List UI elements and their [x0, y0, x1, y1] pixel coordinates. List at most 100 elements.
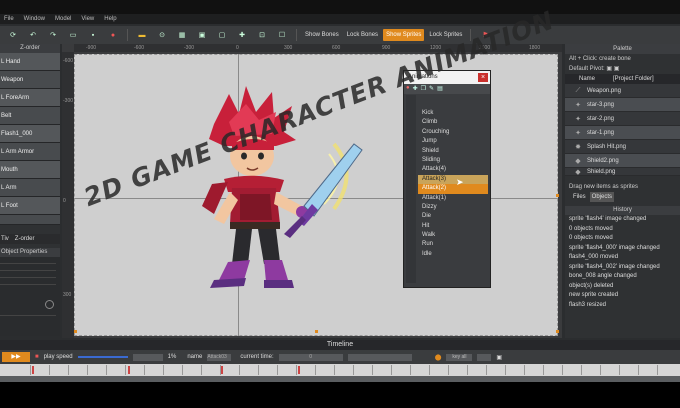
animation-item[interactable]: Run — [418, 240, 488, 249]
palette-item[interactable]: ✸ Splash Hit.png — [565, 140, 680, 154]
angle-dial[interactable] — [45, 300, 54, 309]
folder-column-header[interactable]: [Project Folder] — [595, 74, 654, 84]
character-sprite[interactable] — [184, 84, 384, 304]
property-field[interactable] — [0, 277, 56, 278]
keyframe-marker[interactable] — [128, 366, 130, 374]
animation-item[interactable]: Hit — [418, 222, 488, 231]
tab-files[interactable]: Files — [573, 192, 586, 202]
name-column-header[interactable]: Name — [565, 74, 595, 84]
history-item[interactable]: object(s) deleted — [565, 282, 680, 292]
pivot-icon[interactable]: ✚ — [237, 30, 247, 40]
flag-icon[interactable]: ⚑ — [480, 30, 490, 40]
z-order-item[interactable]: L Hand — [0, 53, 60, 71]
grid-icon[interactable]: ▦ — [177, 30, 187, 40]
key-all-button[interactable]: key all — [446, 353, 473, 361]
animation-item[interactable]: Idle — [418, 250, 488, 259]
options-icon[interactable]: ▤ — [437, 85, 443, 93]
menu-help[interactable]: Help — [104, 14, 116, 24]
property-field[interactable] — [0, 270, 56, 271]
animation-item[interactable]: Attack(4) — [418, 165, 488, 174]
history-item[interactable]: flash3 resized — [565, 301, 680, 311]
history-item[interactable]: sprite 'flash4_002' image changed — [565, 263, 680, 273]
animation-item[interactable]: Walk — [418, 231, 488, 240]
open-icon[interactable]: ▭ — [68, 30, 78, 40]
palette-item[interactable]: ✦ star-3.png — [565, 98, 680, 112]
z-order-item[interactable]: Weapon — [0, 71, 60, 89]
z-order-item[interactable]: L Foot — [0, 197, 60, 215]
animation-item[interactable]: Shield — [418, 147, 488, 156]
z-order-item[interactable]: L ForeArm — [0, 89, 60, 107]
animation-item[interactable]: Kick — [418, 109, 488, 118]
animation-item-selected[interactable]: Attack(2) — [418, 184, 488, 194]
sprite-tool-icon[interactable]: ▢ — [217, 30, 227, 40]
stop-icon[interactable]: ■ — [35, 354, 39, 360]
play-button[interactable]: ▶▶ — [2, 352, 30, 362]
z-order-item[interactable]: L Arm Armor — [0, 143, 60, 161]
key-button[interactable] — [477, 353, 492, 361]
lock-sprites-button[interactable]: Lock Sprites — [426, 29, 465, 41]
show-sprites-button[interactable]: Show Sprites — [383, 29, 425, 41]
record-icon[interactable]: ● — [108, 30, 118, 40]
palette-item[interactable]: ✦ star-2.png — [565, 112, 680, 126]
show-bones-button[interactable]: Show Bones — [302, 29, 342, 41]
animation-name-field[interactable]: Attack03 — [207, 353, 232, 361]
animation-item-hovered[interactable]: Attack(3) — [418, 174, 488, 185]
menu-view[interactable]: View — [81, 14, 94, 24]
animation-item[interactable]: Climb — [418, 118, 488, 127]
new-icon[interactable]: ⟳ — [8, 30, 18, 40]
animation-item[interactable]: Crouching — [418, 128, 488, 137]
key-icon[interactable]: ⬤ — [435, 354, 442, 361]
animation-item[interactable]: Sliding — [418, 156, 488, 165]
keyframe-marker[interactable] — [32, 366, 34, 374]
keyframe-marker[interactable] — [298, 366, 300, 374]
bone-tool-icon[interactable]: ⊙ — [157, 30, 167, 40]
tab-tiv[interactable]: Tiv — [1, 234, 9, 244]
current-time-field[interactable]: 0 — [278, 353, 343, 361]
animation-item[interactable]: Dizzy — [418, 203, 488, 212]
animations-title-bar[interactable]: Animations × — [404, 71, 490, 84]
history-item[interactable]: bone_008 angle changed — [565, 272, 680, 282]
animation-item[interactable]: Jump — [418, 137, 488, 146]
timeline-track[interactable] — [0, 364, 680, 376]
frame-field[interactable] — [347, 353, 412, 361]
edit-icon[interactable]: ✎ — [429, 85, 434, 93]
stage-handle[interactable] — [74, 330, 77, 333]
menu-model[interactable]: Model — [55, 14, 71, 24]
stage-handle[interactable] — [556, 194, 559, 197]
delete-icon[interactable]: ● — [406, 85, 410, 93]
history-item[interactable]: new sprite created — [565, 291, 680, 301]
add-icon[interactable]: ✚ — [413, 85, 418, 93]
redo-icon[interactable]: ↷ — [48, 30, 58, 40]
folder-icon[interactable]: ▬ — [137, 30, 147, 40]
zoom-icon[interactable]: ▣ — [197, 30, 207, 40]
save-icon[interactable]: ▪ — [88, 30, 98, 40]
undo-icon[interactable]: ↶ — [28, 30, 38, 40]
animation-item[interactable]: Attack(1) — [418, 194, 488, 203]
property-field[interactable] — [0, 263, 56, 264]
keyframe-marker[interactable] — [221, 366, 223, 374]
view-icon[interactable]: ☐ — [277, 30, 287, 40]
history-item[interactable]: sprite 'flash4_000' image changed — [565, 244, 680, 254]
tab-z-order[interactable]: Z-order — [15, 234, 35, 244]
history-item[interactable]: 0 objects moved — [565, 225, 680, 235]
palette-item[interactable]: ✦ star-1.png — [565, 126, 680, 140]
tab-objects[interactable]: Objects — [589, 192, 615, 202]
history-item[interactable]: 0 objects moved — [565, 234, 680, 244]
z-order-item[interactable]: Mouth — [0, 161, 60, 179]
menu-file[interactable]: File — [4, 14, 14, 24]
play-speed-slider[interactable] — [77, 356, 128, 358]
z-order-item[interactable]: Flash1_000 — [0, 125, 60, 143]
animation-item[interactable]: Die — [418, 212, 488, 221]
history-item[interactable]: flash4_000 moved — [565, 253, 680, 263]
palette-item[interactable]: ◆ Shield.png — [565, 168, 680, 176]
close-icon[interactable]: × — [478, 73, 488, 82]
copy-icon[interactable]: ❐ — [421, 85, 426, 93]
palette-item[interactable]: ⟋ Weapon.png — [565, 84, 680, 98]
lock-icon[interactable]: ▣ — [496, 354, 502, 361]
stage-handle[interactable] — [556, 330, 559, 333]
history-item[interactable]: sprite 'flash4' image changed — [565, 215, 680, 225]
fit-icon[interactable]: ⊡ — [257, 30, 267, 40]
pivot-icon[interactable]: ▣ ▣ — [606, 66, 619, 72]
property-field[interactable] — [0, 315, 56, 316]
speed-field[interactable] — [132, 353, 163, 361]
